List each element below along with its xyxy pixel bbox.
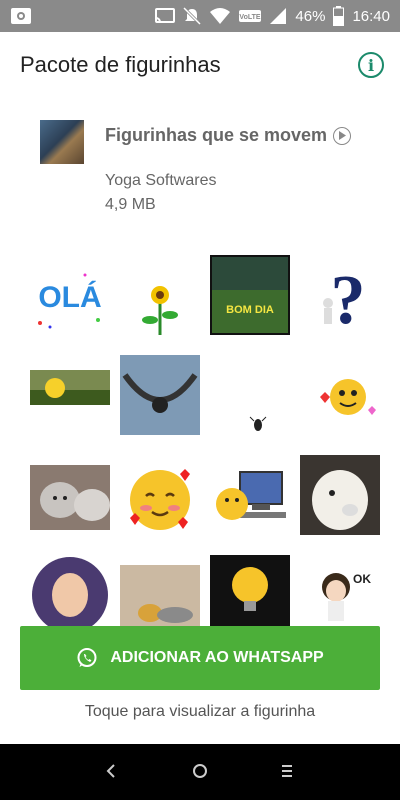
pack-thumbnail — [40, 120, 84, 164]
pack-header: Figurinhas que se movem Yoga Softwares 4… — [0, 100, 400, 240]
info-icon[interactable]: i — [358, 52, 384, 78]
back-icon[interactable] — [105, 762, 117, 785]
battery-percent: 46% — [295, 7, 326, 25]
wifi-icon — [209, 7, 231, 25]
sticker-question-text: ? — [331, 262, 366, 335]
sticker-ok-text: OK — [353, 572, 371, 586]
sticker-emoji-hearts[interactable] — [300, 355, 380, 435]
pack-name: Figurinhas que se movem — [105, 125, 328, 145]
sticker-ok[interactable]: OK — [300, 555, 380, 630]
sticker-ola[interactable]: OLÁ — [30, 255, 110, 335]
volte-text: VoLTE — [240, 14, 261, 21]
status-bar: VoLTE 46% 16:40 — [0, 0, 400, 32]
add-button-label: ADICIONAR AO WHATSAPP — [110, 649, 324, 666]
sticker-ola-text: OLÁ — [38, 280, 101, 314]
sticker-bom-dia[interactable]: BOM DIA — [208, 253, 292, 337]
add-to-whatsapp-button[interactable]: ADICIONAR AO WHATSAPP — [20, 626, 380, 690]
pack-author: Yoga Softwares — [105, 172, 217, 189]
tap-hint: Toque para visualizar a figurinha — [84, 703, 316, 720]
sticker-girl[interactable] — [30, 555, 110, 630]
page-title: Pacote de figurinhas — [20, 52, 221, 77]
sticker-bom-dia-text: BOM DIA — [226, 304, 274, 316]
sticker-ducklings[interactable] — [120, 565, 200, 630]
sticker-question[interactable]: ? — [300, 255, 380, 339]
whatsapp-icon — [76, 647, 98, 669]
sticker-sunrise[interactable] — [30, 345, 110, 425]
mute-icon — [183, 7, 202, 25]
sticker-grid: OLÁ BOM DIA ? OK — [0, 250, 400, 630]
pack-name-row: Figurinhas que se movem — [105, 125, 352, 146]
volte-badge: VoLTE — [239, 9, 262, 23]
sticker-sunflower[interactable] — [120, 255, 200, 335]
sticker-bug[interactable] — [210, 355, 290, 435]
cast-icon — [155, 8, 176, 24]
app-bar: Pacote de figurinhas i — [0, 32, 400, 100]
pack-size: 4,9 MB — [105, 196, 156, 213]
signal-icon — [269, 7, 287, 25]
menu-icon[interactable] — [280, 762, 294, 785]
sticker-llama[interactable] — [300, 455, 380, 535]
navigation-bar — [0, 744, 400, 800]
play-icon[interactable] — [333, 126, 352, 145]
battery-icon — [333, 6, 345, 26]
sticker-bulb[interactable] — [210, 555, 290, 630]
sticker-cat[interactable] — [30, 460, 110, 540]
sticker-hammock[interactable] — [120, 355, 200, 435]
sticker-blushing[interactable] — [120, 460, 200, 540]
home-icon[interactable] — [192, 762, 208, 785]
sticker-computer[interactable] — [210, 460, 290, 540]
clock: 16:40 — [352, 7, 390, 25]
screenshot-icon — [10, 5, 32, 27]
